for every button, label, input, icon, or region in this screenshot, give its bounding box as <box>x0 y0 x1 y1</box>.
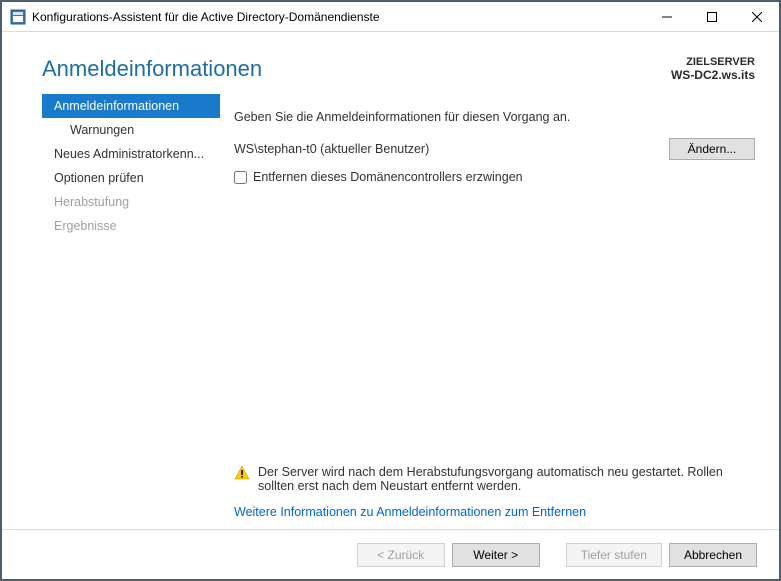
app-icon <box>10 9 26 25</box>
force-remove-label: Entfernen dieses Domänencontrollers erzw… <box>253 170 523 184</box>
target-server-value: WS-DC2.ws.its <box>671 68 755 82</box>
page-title: Anmeldeinformationen <box>42 56 262 82</box>
current-user-text: WS\stephan-t0 (aktueller Benutzer) <box>234 142 659 156</box>
warning-text: Der Server wird nach dem Herabstufungsvo… <box>258 465 755 493</box>
force-remove-checkbox[interactable] <box>234 171 247 184</box>
main-panel: Geben Sie die Anmeldeinformationen für d… <box>220 92 755 529</box>
wizard-step[interactable]: Neues Administratorkenn... <box>42 142 220 166</box>
maximize-button[interactable] <box>689 2 734 31</box>
titlebar: Konfigurations-Assistent für die Active … <box>2 2 779 32</box>
change-credentials-button[interactable]: Ändern... <box>669 138 755 160</box>
force-remove-row[interactable]: Entfernen dieses Domänencontrollers erzw… <box>234 170 755 184</box>
wizard-step[interactable]: Warnungen <box>42 118 220 142</box>
target-server-label: ZIELSERVER <box>671 56 755 68</box>
footer-buttons: < Zurück Weiter > Tiefer stufen Abbreche… <box>2 529 779 579</box>
minimize-button[interactable] <box>644 2 689 31</box>
cancel-button[interactable]: Abbrechen <box>669 543 757 567</box>
back-button[interactable]: < Zurück <box>357 543 445 567</box>
instruction-text: Geben Sie die Anmeldeinformationen für d… <box>234 110 755 124</box>
wizard-steps: AnmeldeinformationenWarnungenNeues Admin… <box>42 92 220 529</box>
next-button[interactable]: Weiter > <box>452 543 540 567</box>
demote-button[interactable]: Tiefer stufen <box>566 543 662 567</box>
window-title: Konfigurations-Assistent für die Active … <box>32 10 380 24</box>
target-server-block: ZIELSERVER WS-DC2.ws.its <box>671 56 755 82</box>
wizard-window: Konfigurations-Assistent für die Active … <box>1 1 780 580</box>
wizard-step: Herabstufung <box>42 190 220 214</box>
wizard-step: Ergebnisse <box>42 214 220 238</box>
warning-icon <box>234 465 250 481</box>
page-header: Anmeldeinformationen ZIELSERVER WS-DC2.w… <box>2 32 779 92</box>
wizard-step[interactable]: Anmeldeinformationen <box>42 94 220 118</box>
close-button[interactable] <box>734 2 779 31</box>
wizard-step[interactable]: Optionen prüfen <box>42 166 220 190</box>
more-info-link[interactable]: Weitere Informationen zu Anmeldeinformat… <box>234 505 755 529</box>
